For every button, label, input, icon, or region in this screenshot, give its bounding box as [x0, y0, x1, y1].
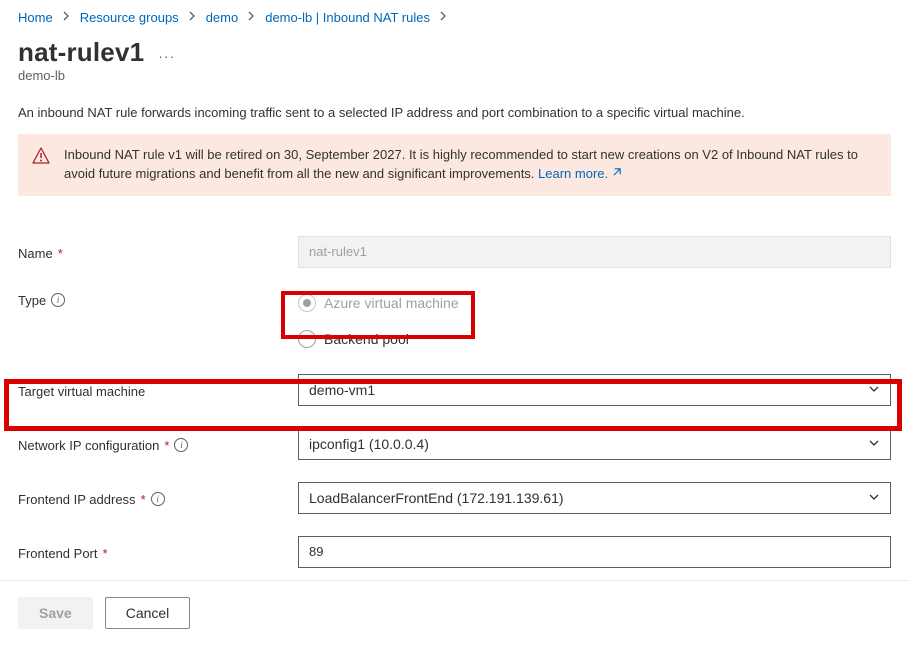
network-ip-label: Network IP configuration* i [18, 435, 298, 453]
breadcrumb-resource-groups[interactable]: Resource groups [80, 10, 179, 25]
network-ip-dropdown[interactable]: ipconfig1 (10.0.0.4) [298, 428, 891, 460]
target-vm-dropdown[interactable]: demo-vm1 [298, 374, 891, 406]
deprecation-warning-banner: Inbound NAT rule v1 will be retired on 3… [18, 134, 891, 196]
info-icon[interactable]: i [174, 438, 188, 452]
page-title: nat-rulev1 [18, 37, 144, 68]
chevron-right-icon [63, 11, 70, 24]
warning-icon [32, 147, 50, 165]
page-subtitle: demo-lb [18, 68, 891, 83]
frontend-ip-label: Frontend IP address* i [18, 489, 298, 507]
chevron-right-icon [440, 11, 447, 24]
chevron-down-icon [868, 382, 880, 398]
external-link-icon [611, 165, 622, 176]
frontend-port-label: Frontend Port* [18, 543, 298, 561]
chevron-down-icon [868, 436, 880, 452]
breadcrumb-demo-lb-rules[interactable]: demo-lb | Inbound NAT rules [265, 10, 430, 25]
more-icon[interactable]: ··· [158, 48, 175, 64]
page-description: An inbound NAT rule forwards incoming tr… [18, 105, 891, 120]
type-radio-vm[interactable]: Azure virtual machine [298, 290, 891, 316]
info-icon[interactable]: i [151, 492, 165, 506]
info-icon[interactable]: i [51, 293, 65, 307]
chevron-down-icon [868, 490, 880, 506]
frontend-port-input[interactable] [298, 536, 891, 568]
type-label: Type i [18, 290, 298, 308]
name-input [298, 236, 891, 268]
chevron-right-icon [189, 11, 196, 24]
footer-bar: Save Cancel [0, 580, 909, 645]
target-vm-label: Target virtual machine [18, 381, 298, 399]
warning-text: Inbound NAT rule v1 will be retired on 3… [64, 147, 858, 181]
name-label: Name* [18, 243, 298, 261]
frontend-ip-dropdown[interactable]: LoadBalancerFrontEnd (172.191.139.61) [298, 482, 891, 514]
learn-more-link[interactable]: Learn more. [538, 166, 622, 181]
breadcrumb: Home Resource groups demo demo-lb | Inbo… [18, 0, 891, 33]
breadcrumb-home[interactable]: Home [18, 10, 53, 25]
type-radio-backend-pool[interactable]: Backend pool [298, 330, 891, 348]
chevron-right-icon [248, 11, 255, 24]
cancel-button[interactable]: Cancel [105, 597, 191, 629]
breadcrumb-demo[interactable]: demo [206, 10, 239, 25]
save-button[interactable]: Save [18, 597, 93, 629]
